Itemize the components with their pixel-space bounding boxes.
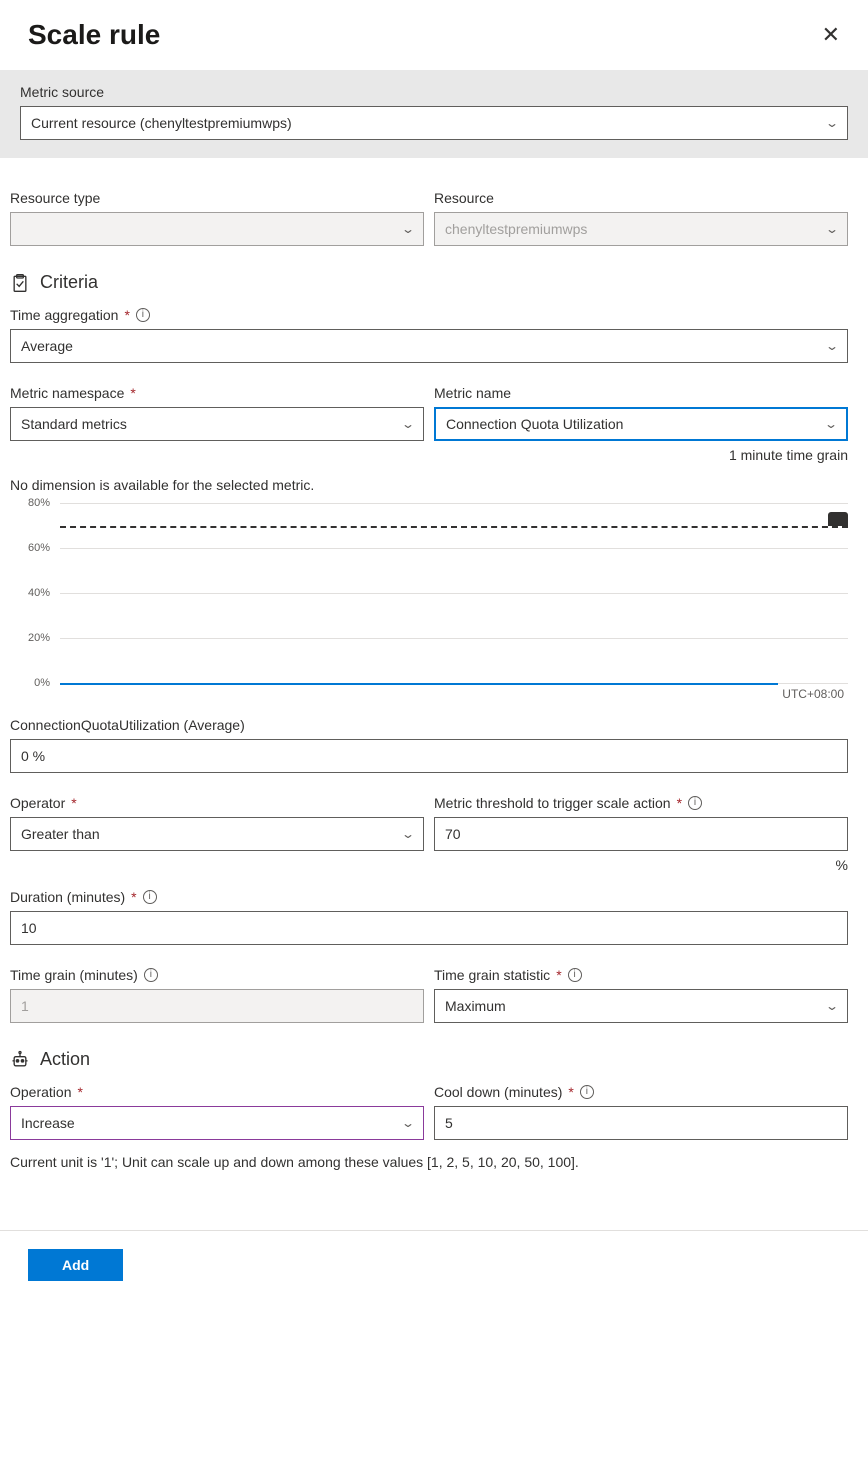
threshold-label: Metric threshold to trigger scale action… (434, 795, 848, 811)
metric-source-value: Current resource (chenyltestpremiumwps) (31, 115, 292, 131)
resource-select[interactable]: chenyltestpremiumwps ⌄ (434, 212, 848, 246)
resource-value: chenyltestpremiumwps (445, 221, 587, 237)
chart-data-line (60, 683, 778, 685)
metric-readout-value-box: 0 % (10, 739, 848, 773)
required-indicator: * (124, 307, 129, 323)
time-aggregation-value: Average (21, 338, 73, 354)
metric-readout-label: ConnectionQuotaUtilization (Average) (10, 717, 848, 733)
info-icon[interactable]: i (143, 890, 157, 904)
time-grain-hint: 1 minute time grain (434, 447, 848, 463)
chevron-down-icon: ⌄ (824, 417, 838, 431)
criteria-heading: Criteria (10, 272, 848, 293)
dimension-text: No dimension is available for the select… (10, 477, 848, 493)
chart-timezone: UTC+08:00 (10, 687, 844, 701)
metric-name-label: Metric name (434, 385, 848, 401)
info-icon[interactable]: i (144, 968, 158, 982)
chart-marker (828, 512, 848, 526)
add-button[interactable]: Add (28, 1249, 123, 1281)
metric-chart: 80% 60% 40% 20% 0% (40, 503, 848, 683)
info-icon[interactable]: i (136, 308, 150, 322)
resource-type-label: Resource type (10, 190, 424, 206)
threshold-unit: % (434, 857, 848, 873)
operation-label: Operation * (10, 1084, 424, 1100)
cooldown-input[interactable] (434, 1106, 848, 1140)
time-grain-stat-select[interactable]: Maximum ⌄ (434, 989, 848, 1023)
operation-select[interactable]: Increase ⌄ (10, 1106, 424, 1140)
close-icon[interactable]: ✕ (814, 18, 848, 52)
operator-select[interactable]: Greater than ⌄ (10, 817, 424, 851)
cooldown-label: Cool down (minutes) * i (434, 1084, 848, 1100)
chevron-down-icon: ⌄ (825, 222, 839, 236)
chevron-down-icon: ⌄ (401, 417, 415, 431)
time-grain-label: Time grain (minutes) i (10, 967, 424, 983)
chevron-down-icon: ⌄ (825, 116, 839, 130)
required-indicator: * (130, 385, 135, 401)
time-aggregation-label: Time aggregation * i (10, 307, 848, 323)
unit-scale-note: Current unit is '1'; Unit can scale up a… (10, 1154, 848, 1170)
metric-namespace-label: Metric namespace * (10, 385, 424, 401)
metric-readout-value: 0 % (21, 748, 45, 764)
panel-title: Scale rule (28, 19, 160, 51)
required-indicator: * (677, 795, 682, 811)
operation-value: Increase (21, 1115, 75, 1131)
clipboard-check-icon (10, 273, 30, 293)
operator-label: Operator * (10, 795, 424, 811)
chevron-down-icon: ⌄ (825, 999, 839, 1013)
chevron-down-icon: ⌄ (825, 339, 839, 353)
chevron-down-icon: ⌄ (401, 827, 415, 841)
time-aggregation-select[interactable]: Average ⌄ (10, 329, 848, 363)
required-indicator: * (71, 795, 76, 811)
metric-namespace-value: Standard metrics (21, 416, 127, 432)
required-indicator: * (77, 1084, 82, 1100)
time-grain-stat-label: Time grain statistic * i (434, 967, 848, 983)
robot-icon (10, 1050, 30, 1070)
required-indicator: * (568, 1084, 573, 1100)
metric-name-select[interactable]: Connection Quota Utilization ⌄ (434, 407, 848, 441)
time-grain-stat-value: Maximum (445, 998, 506, 1014)
info-icon[interactable]: i (568, 968, 582, 982)
duration-input[interactable] (10, 911, 848, 945)
panel-header: Scale rule ✕ (0, 0, 868, 70)
operator-value: Greater than (21, 826, 100, 842)
chart-threshold-line (60, 526, 848, 528)
metric-source-select[interactable]: Current resource (chenyltestpremiumwps) … (20, 106, 848, 140)
metric-namespace-select[interactable]: Standard metrics ⌄ (10, 407, 424, 441)
metric-source-label: Metric source (20, 84, 848, 100)
time-grain-input (10, 989, 424, 1023)
chevron-down-icon: ⌄ (401, 1116, 415, 1130)
info-icon[interactable]: i (580, 1085, 594, 1099)
duration-label: Duration (minutes) * i (10, 889, 848, 905)
metric-name-value: Connection Quota Utilization (446, 416, 623, 432)
metric-source-section: Metric source Current resource (chenylte… (0, 70, 868, 158)
threshold-input[interactable] (434, 817, 848, 851)
required-indicator: * (131, 889, 136, 905)
panel-footer: Add (0, 1230, 868, 1299)
info-icon[interactable]: i (688, 796, 702, 810)
chevron-down-icon: ⌄ (401, 222, 415, 236)
required-indicator: * (556, 967, 561, 983)
resource-type-select[interactable]: ⌄ (10, 212, 424, 246)
action-heading: Action (10, 1049, 848, 1070)
resource-label: Resource (434, 190, 848, 206)
